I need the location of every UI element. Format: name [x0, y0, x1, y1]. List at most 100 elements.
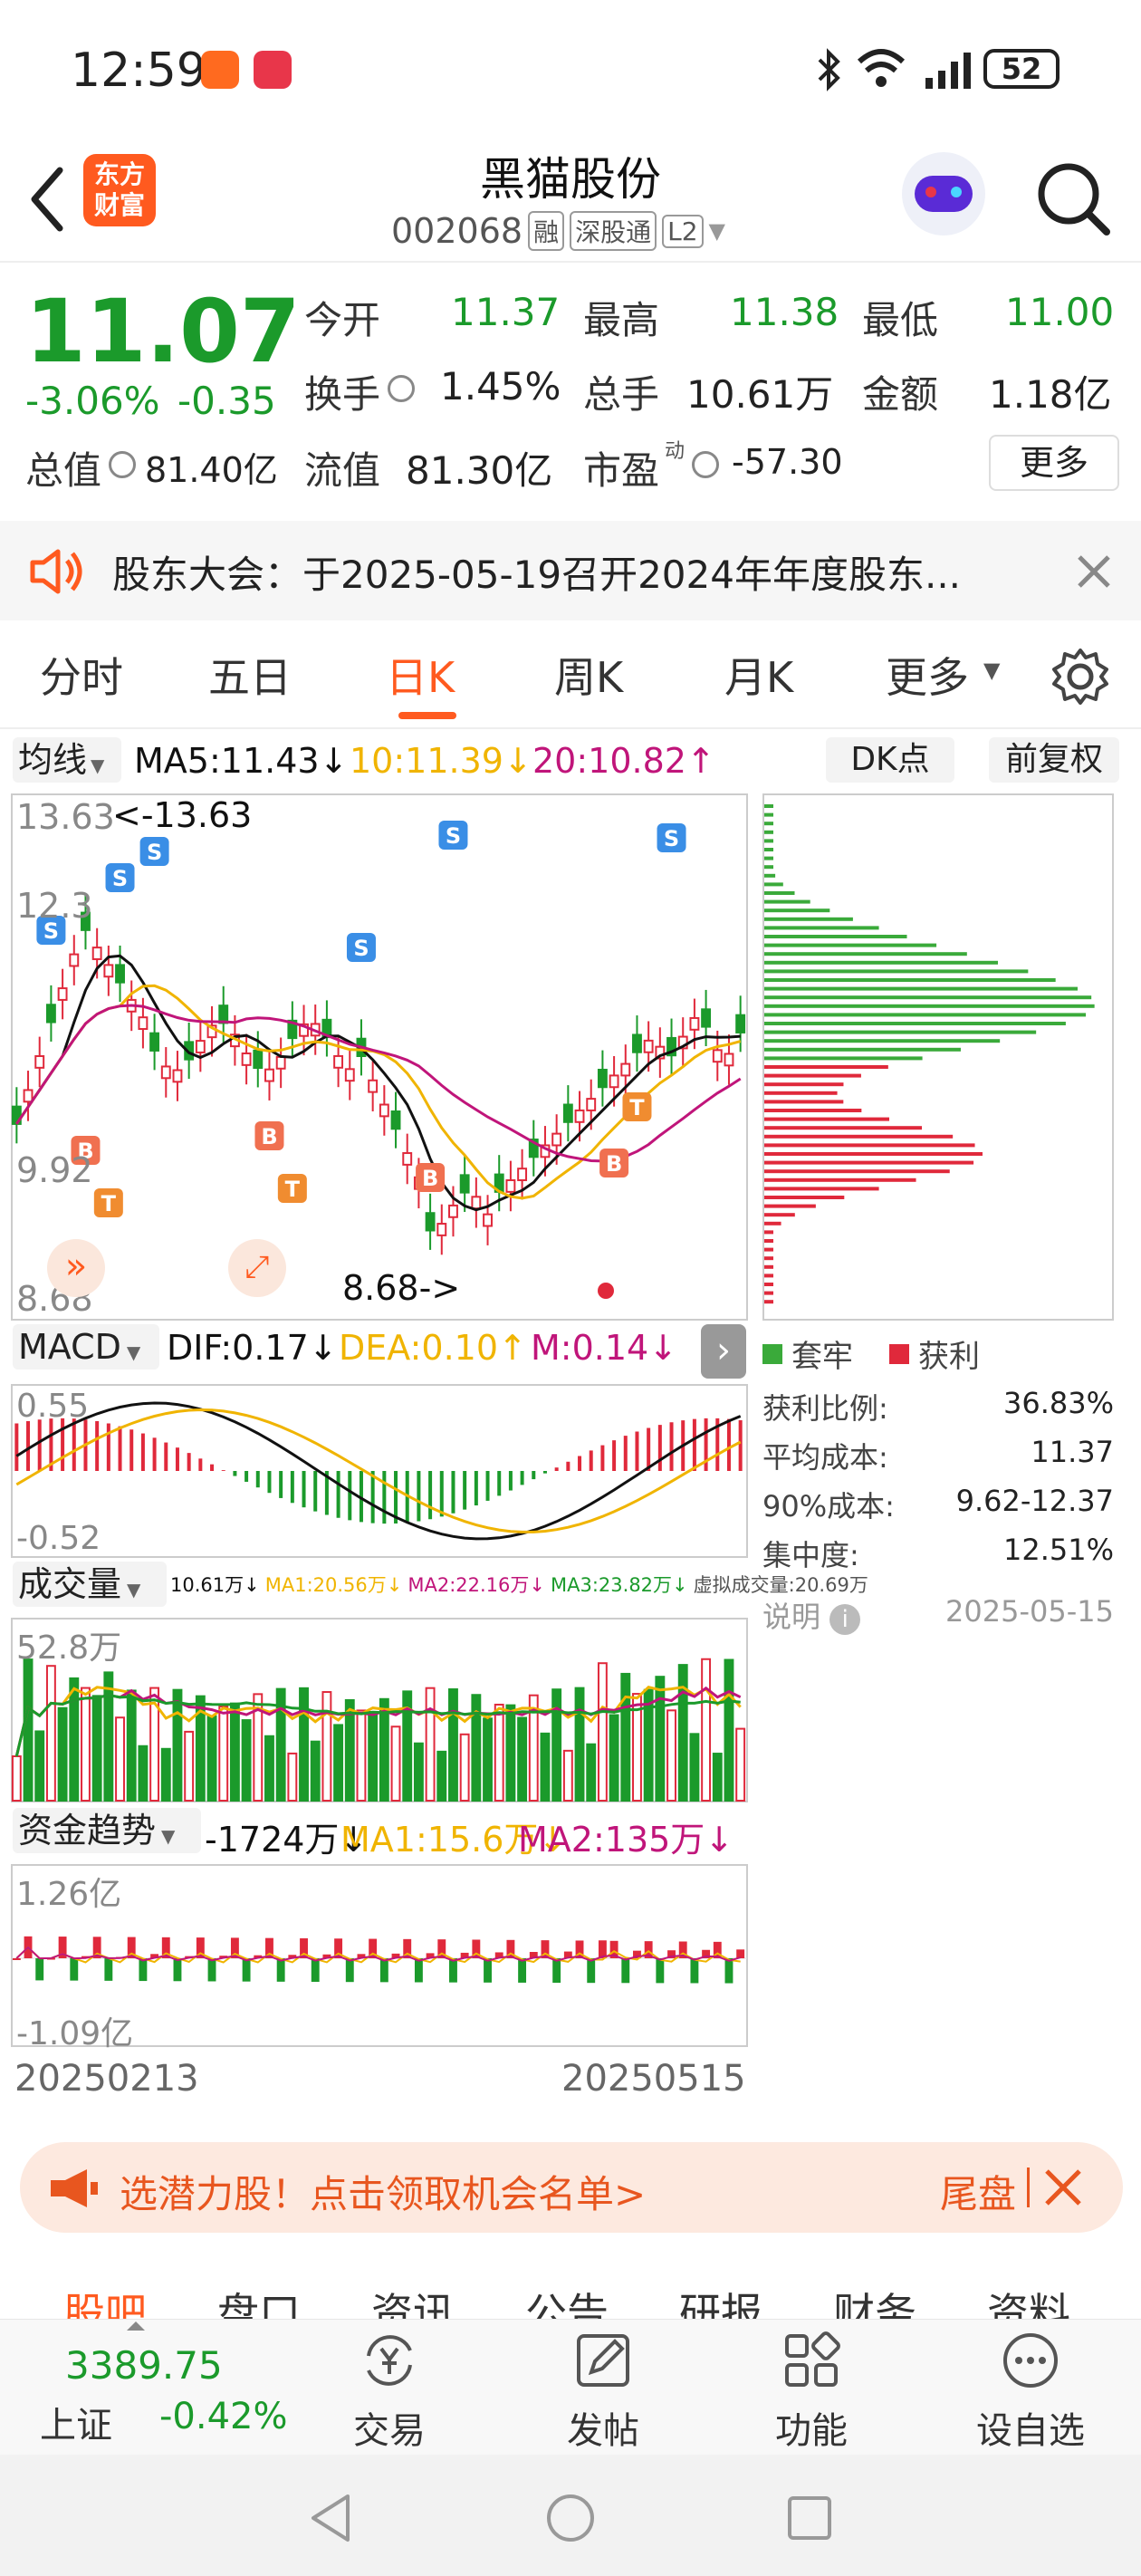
candle-body [264, 1068, 274, 1082]
chevron-down-icon: ▼ [126, 1341, 141, 1363]
turnover-value: 1.45% [440, 364, 561, 409]
volume-current: 10.61万↓ [170, 1574, 260, 1596]
tab-orderbook[interactable]: 盘口 [217, 2281, 301, 2319]
candle-body [344, 1068, 355, 1082]
level-tag: L2 [662, 214, 704, 248]
tab-five-day[interactable]: 五日 [208, 645, 292, 705]
more-button[interactable]: 更多 [989, 435, 1119, 491]
capital-selector-label: 资金趋势 [18, 1811, 157, 1850]
index-value[interactable]: 3389.75 [65, 2343, 223, 2388]
expand-left-icon[interactable]: » [47, 1239, 105, 1297]
capital-bar [587, 1958, 596, 1984]
capital-bar [276, 1958, 285, 1982]
tab-more[interactable]: 更多 [886, 645, 969, 705]
volume-bar [436, 1750, 447, 1802]
tab-timeshare[interactable]: 分时 [40, 645, 123, 705]
volume-bar [11, 1755, 22, 1802]
candle-body [620, 1062, 631, 1077]
low-price-marker: 8.68-> [342, 1268, 461, 1308]
chevron-down-icon: ▼ [983, 658, 1001, 683]
adjust-button[interactable]: 前复权 [989, 737, 1119, 783]
tab-research[interactable]: 研报 [679, 2281, 762, 2319]
tab-guba[interactable]: 股吧 [63, 2281, 147, 2319]
index-change[interactable]: -0.42% [159, 2396, 288, 2437]
home-nav-icon[interactable] [543, 2491, 598, 2545]
m-value: M:0.14↓ [531, 1328, 678, 1368]
volume-bar [81, 1687, 91, 1802]
chip-bar [764, 1073, 861, 1078]
stock-code-row: 002068 融 深股通 L2 ▼ [391, 208, 725, 254]
kline-chart[interactable]: SSSSSSBTBT BBT [11, 793, 748, 1321]
tab-monthly-k[interactable]: 月K [724, 645, 793, 705]
chip-bar [764, 1264, 773, 1269]
tab-news[interactable]: 资讯 [371, 2281, 455, 2319]
index-name[interactable]: 上证 [40, 2396, 112, 2448]
volume-bar [138, 1745, 149, 1802]
close-icon[interactable] [1043, 2167, 1083, 2207]
volume-ma1: MA1:20.56万↓ [264, 1574, 403, 1596]
add-watchlist-button[interactable]: 设自选 [958, 2329, 1103, 2454]
ma-selector[interactable]: 均线 ▼ [13, 737, 121, 783]
yen-cycle-icon [367, 2335, 412, 2386]
volume-selector[interactable]: 成交量 ▼ [13, 1562, 167, 1607]
chip-bar [764, 995, 1092, 1000]
capital-bar [173, 1958, 182, 1982]
gear-icon[interactable] [1050, 647, 1110, 706]
chip-bar [764, 978, 1056, 982]
fullscreen-icon[interactable]: ⤢ [228, 1239, 286, 1297]
volume-bar [597, 1662, 608, 1802]
capital-selector[interactable]: 资金趋势 ▼ [13, 1808, 201, 1853]
chip-bar [764, 822, 773, 826]
robot-assistant-avatar[interactable] [902, 152, 985, 235]
function-button[interactable]: 功能 [739, 2329, 884, 2454]
capital-bar [518, 1958, 527, 1983]
divider [1027, 2167, 1030, 2207]
trade-button[interactable]: 交易 [317, 2329, 462, 2454]
notice-bar[interactable]: 股东大会：于2025-05-19召开2024年年度股东... [0, 521, 1141, 620]
post-button[interactable]: 发帖 [531, 2329, 676, 2454]
chevron-down-icon[interactable]: ▼ [709, 218, 725, 244]
capital-bar [414, 1958, 423, 1983]
search-icon[interactable] [1032, 158, 1114, 239]
chip-note[interactable]: 说明 i [762, 1594, 861, 1643]
promo-tail: 尾盘 [940, 2172, 1017, 2216]
chip-bar [764, 1291, 773, 1295]
capital-bar [552, 1958, 561, 1984]
candle-body [459, 1174, 470, 1194]
capital-bar [311, 1958, 320, 1983]
tab-finance[interactable]: 财务 [833, 2281, 916, 2319]
dk-point-button[interactable]: DK点 [826, 737, 954, 783]
profit-color [889, 1343, 909, 1364]
trade-label: 交易 [353, 2410, 426, 2452]
volume-bar [448, 1688, 458, 1802]
volume-selector-label: 成交量 [18, 1564, 122, 1604]
chip-distribution-chart[interactable] [762, 793, 1114, 1321]
tab-weekly-k[interactable]: 周K [554, 645, 623, 705]
tab-announcement[interactable]: 公告 [525, 2281, 609, 2319]
chip-row: 90%成本: 9.62-12.37 [762, 1484, 1114, 1533]
chevron-down-icon: ▼ [91, 755, 105, 776]
close-icon[interactable] [1076, 553, 1112, 590]
more-dots-icon [1003, 2333, 1058, 2388]
svg-text:B: B [422, 1166, 438, 1191]
chevron-right-icon[interactable]: › [701, 1324, 746, 1379]
chip-date: 2025-05-15 [945, 1594, 1114, 1629]
recents-nav-icon[interactable] [782, 2491, 837, 2545]
chip-bar [764, 1239, 773, 1243]
macd-selector[interactable]: MACD ▼ [13, 1324, 159, 1370]
promo-banner[interactable]: 选潜力股！点击领取机会名单> 尾盘 [20, 2142, 1123, 2233]
candle-body [241, 1053, 252, 1066]
info-icon[interactable] [109, 451, 136, 478]
capital-bar [242, 1958, 251, 1982]
back-nav-icon[interactable] [304, 2491, 359, 2545]
volume-bar [413, 1742, 424, 1802]
tab-daily-k[interactable]: 日K [386, 645, 455, 705]
info-icon[interactable] [692, 451, 719, 478]
capital-y-top: 1.26亿 [16, 1876, 122, 1913]
chip-bar [764, 1056, 923, 1061]
tab-profile[interactable]: 资料 [987, 2281, 1070, 2319]
volume-bar [724, 1658, 734, 1802]
info-icon[interactable] [388, 375, 415, 402]
capital-bar [207, 1958, 216, 1982]
dea-value: DEA:0.10↑ [339, 1328, 527, 1368]
